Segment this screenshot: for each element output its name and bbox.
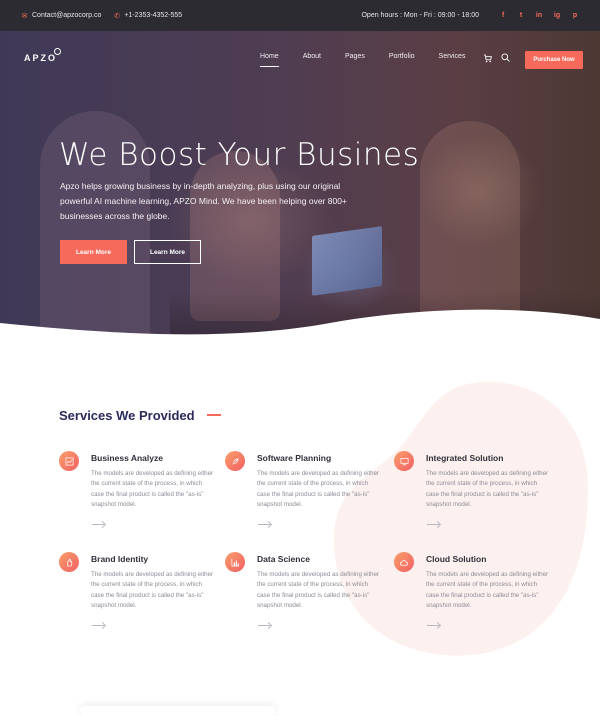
arrow-right-icon[interactable] (92, 524, 104, 525)
menu-item-pages[interactable]: Pages (345, 53, 365, 60)
service-text: The models are developed as defining eit… (91, 470, 214, 508)
hand-icon (59, 552, 79, 572)
logo-badge-icon (54, 48, 61, 55)
phone-icon: ✆ (113, 12, 120, 20)
cart-icon[interactable] (483, 54, 492, 63)
bar-chart-icon (225, 552, 245, 572)
service-text: The models are developed as defining eit… (91, 571, 214, 609)
service-name[interactable]: Software Planning (257, 453, 331, 463)
arrow-right-icon[interactable] (258, 524, 270, 525)
menu-item-portfolio[interactable]: Portfolio (389, 53, 415, 60)
facebook-icon[interactable]: f (499, 12, 507, 19)
phone-text[interactable]: +1-2353-4352-555 (124, 12, 182, 19)
menu-item-about[interactable]: About (303, 53, 321, 60)
service-text: The models are developed as defining eit… (426, 470, 549, 508)
decorative-blob (333, 381, 588, 656)
linkedin-icon[interactable]: in (535, 12, 543, 19)
learn-more-button-primary[interactable]: Learn More (60, 240, 127, 264)
service-name[interactable]: Business Analyze (91, 453, 163, 463)
arrow-right-icon[interactable] (258, 625, 270, 626)
envelope-icon: ✉ (21, 12, 28, 20)
arrow-right-icon[interactable] (427, 524, 439, 525)
hero-photo-laptop (312, 226, 382, 296)
pinterest-icon[interactable]: p (571, 12, 579, 19)
instagram-icon[interactable]: ig (553, 12, 561, 19)
purchase-now-button[interactable]: Purchase Now (525, 51, 583, 69)
title-accent-dash (207, 414, 221, 416)
rocket-icon (225, 451, 245, 471)
menu-item-home[interactable]: Home (260, 53, 279, 67)
email-contact[interactable]: ✉ Contact@apzocorp.co (21, 12, 102, 20)
arrow-right-icon[interactable] (92, 625, 104, 626)
next-section-card (80, 706, 275, 716)
service-name[interactable]: Cloud Solution (426, 554, 486, 564)
top-bar: ✉ Contact@apzocorp.co ✆ +1-2353-4352-555… (0, 0, 600, 31)
service-text: The models are developed as defining eit… (426, 571, 549, 609)
main-menu: Home About Pages Portfolio Services (260, 53, 489, 67)
learn-more-button-secondary[interactable]: Learn More (134, 240, 201, 264)
service-name[interactable]: Integrated Solution (426, 453, 503, 463)
twitter-icon[interactable]: t (517, 12, 525, 19)
monitor-icon (394, 451, 414, 471)
logo[interactable]: APZO (24, 53, 57, 63)
menu-item-services[interactable]: Services (439, 53, 466, 60)
hero-description: Apzo helps growing business by in-depth … (60, 181, 347, 221)
chart-icon (59, 451, 79, 471)
open-hours: Open hours : Mon - Fri : 09:00 - 18:00 (361, 12, 479, 19)
service-text: The models are developed as defining eit… (257, 571, 380, 609)
service-name[interactable]: Data Science (257, 554, 310, 564)
social-links: f t in ig p (489, 12, 579, 19)
email-text[interactable]: Contact@apzocorp.co (32, 12, 101, 19)
service-name[interactable]: Brand Identity (91, 554, 148, 564)
service-text: The models are developed as defining eit… (257, 470, 380, 508)
cloud-icon (394, 552, 414, 572)
hero-wave-divider (0, 309, 600, 361)
services-title: Services We Provided (59, 408, 195, 423)
hero-title: We Boost Your Busines (59, 137, 420, 173)
phone-contact[interactable]: ✆ +1-2353-4352-555 (113, 12, 182, 20)
arrow-right-icon[interactable] (427, 625, 439, 626)
search-icon[interactable] (501, 53, 510, 62)
